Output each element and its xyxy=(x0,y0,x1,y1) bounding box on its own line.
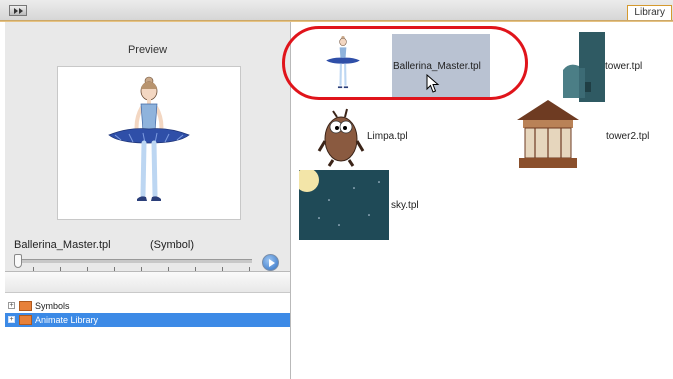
tree-item-label: Animate Library xyxy=(35,315,99,325)
sky-thumbnail xyxy=(299,170,389,240)
folder-icon xyxy=(19,315,32,325)
frame-slider-track[interactable] xyxy=(17,259,252,263)
library-tree: + Symbols + Animate Library xyxy=(5,271,290,379)
library-item-label: tower.tpl xyxy=(605,61,643,72)
expand-icon[interactable]: + xyxy=(8,302,15,309)
library-window: Library Preview Ballerina_Master.tpl (Sy… xyxy=(0,0,673,379)
expand-icon[interactable]: + xyxy=(8,316,15,323)
highlight-ring xyxy=(282,26,528,100)
tree-item-label: Symbols xyxy=(35,301,70,311)
preview-item-name: Ballerina_Master.tpl xyxy=(14,239,111,251)
tree-item-symbols[interactable]: + Symbols xyxy=(5,299,290,313)
arrow-icon xyxy=(14,8,18,14)
frame-slider-thumb[interactable] xyxy=(14,254,22,268)
preview-title: Preview xyxy=(127,44,168,56)
library-item-label: sky.tpl xyxy=(391,200,419,211)
play-icon xyxy=(269,259,275,267)
arrow-icon xyxy=(19,8,23,14)
mouse-cursor-icon xyxy=(426,74,440,93)
menu-toggle-button[interactable] xyxy=(9,5,27,16)
tab-library[interactable]: Library xyxy=(627,5,672,20)
limpa-thumbnail xyxy=(317,108,365,167)
preview-panel: Preview Ballerina_Master.tpl (Symbol) + … xyxy=(5,22,291,379)
tree-header xyxy=(5,272,290,293)
folder-icon xyxy=(19,301,32,311)
library-item-label: tower2.tpl xyxy=(606,131,650,142)
ballerina-preview-image xyxy=(108,76,190,201)
preview-item-type: (Symbol) xyxy=(150,239,195,251)
tree-item-animate-library[interactable]: + Animate Library xyxy=(5,313,290,327)
play-button[interactable] xyxy=(262,254,279,271)
preview-thumbnail xyxy=(57,66,241,220)
top-toolbar: Library xyxy=(0,0,673,21)
tower2-thumbnail xyxy=(517,100,579,168)
library-item-label: Limpa.tpl xyxy=(367,131,408,142)
